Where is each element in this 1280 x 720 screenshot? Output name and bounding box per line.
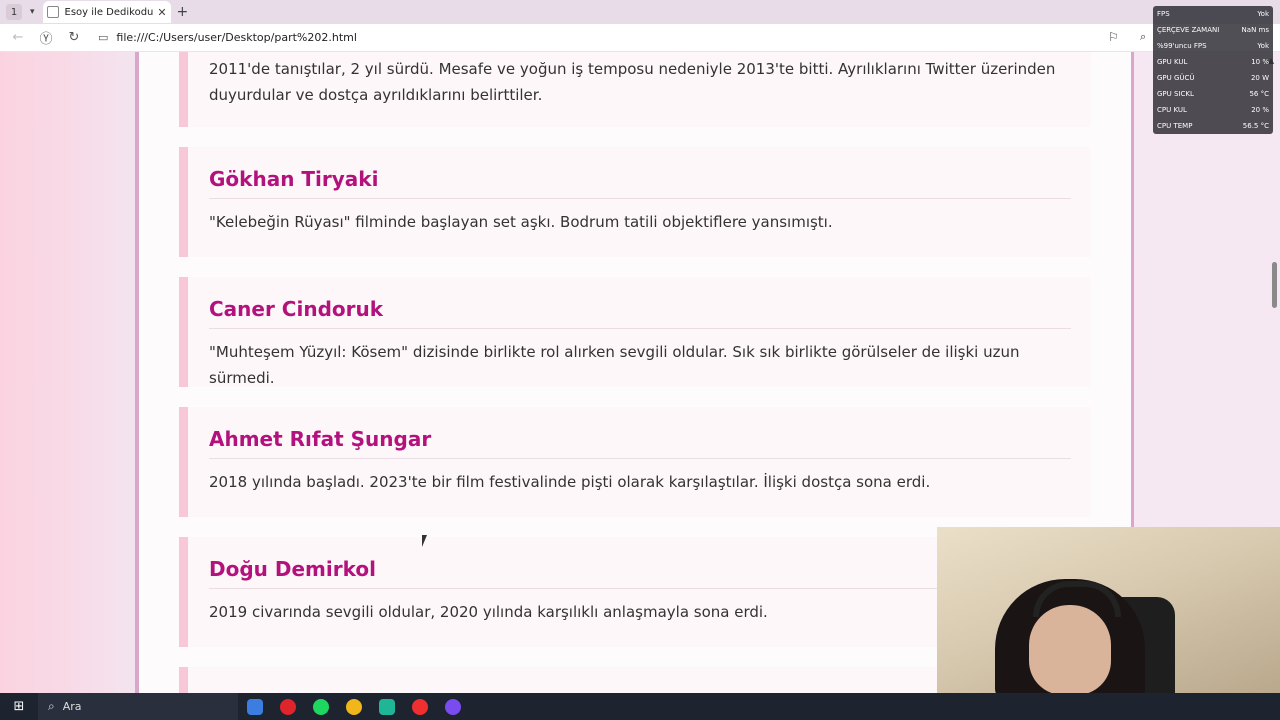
entry-text: "Muhteşem Yüzyıl: Kösem" dizisinde birli… xyxy=(209,343,1020,387)
perf-row: ÇERÇEVE ZAMANI NaN ms xyxy=(1157,26,1269,36)
perf-row: GPU GÜCÜ 20 W xyxy=(1157,74,1269,84)
chrome-icon[interactable] xyxy=(337,693,370,720)
page-border-right xyxy=(1131,52,1134,527)
entry-name: Gökhan Tiryaki xyxy=(209,167,379,191)
perf-label: CPU TEMP xyxy=(1157,122,1193,130)
entry-text: "Kelebeğin Rüyası" filminde başlayan set… xyxy=(209,213,833,231)
entry-text: 2011'de tanıştılar, 2 yıl sürdü. Mesafe … xyxy=(209,60,1056,104)
performance-overlay: FPS Yok ÇERÇEVE ZAMANI NaN ms %99'uncu F… xyxy=(1153,6,1273,134)
entry-card: Ahmet Rıfat Şungar 2018 yılında başladı.… xyxy=(179,407,1091,517)
webcam-feed xyxy=(937,527,1280,693)
webcam-face xyxy=(1029,605,1111,693)
yandex-icon[interactable] xyxy=(403,693,436,720)
taskbar-search-label: Ara xyxy=(62,700,82,713)
messenger-icon[interactable] xyxy=(436,693,469,720)
page-icon xyxy=(46,6,59,18)
spotify-icon[interactable] xyxy=(304,693,337,720)
perf-label: GPU SICKL xyxy=(1157,90,1194,98)
entry-card-intro: 2011'de tanıştılar, 2 yıl sürdü. Mesafe … xyxy=(179,52,1091,127)
close-icon[interactable]: ✕ xyxy=(157,6,166,19)
perf-value: NaN ms xyxy=(1241,26,1269,34)
scrollbar-thumb[interactable] xyxy=(1272,262,1277,308)
perf-value: 10 % xyxy=(1251,58,1269,66)
perf-row: GPU SICKL 56 °C xyxy=(1157,90,1269,100)
taskbar: ⊞ ⌕ Ara xyxy=(0,693,1280,720)
perf-label: GPU GÜCÜ xyxy=(1157,74,1195,82)
yandex-icon[interactable]: Ⓨ xyxy=(36,28,56,47)
perf-row: CPU KUL 20 % xyxy=(1157,106,1269,116)
perf-label: CPU KUL xyxy=(1157,106,1187,114)
windows-start-icon[interactable]: ⊞ xyxy=(0,699,38,714)
perf-row: FPS Yok xyxy=(1157,10,1269,20)
perf-label: ÇERÇEVE ZAMANI xyxy=(1157,26,1220,34)
perf-row: GPU KUL 10 % xyxy=(1157,58,1269,68)
perf-value: 56.5 °C xyxy=(1242,122,1269,130)
chevron-down-icon[interactable]: ▾ xyxy=(30,7,35,17)
entry-name: Doğu Demirkol xyxy=(209,557,376,581)
reload-button[interactable]: ↻ xyxy=(64,30,84,45)
entry-card: Gökhan Tiryaki "Kelebeğin Rüyası" filmin… xyxy=(179,147,1091,257)
search-icon: ⌕ xyxy=(48,699,55,713)
taskbar-search[interactable]: ⌕ Ara xyxy=(38,693,238,720)
bookmark-icon[interactable]: ⚐ xyxy=(1108,30,1119,44)
perf-label: %99'uncu FPS xyxy=(1157,42,1207,50)
perf-value: 56 °C xyxy=(1249,90,1269,98)
entry-name: Ahmet Rıfat Şungar xyxy=(209,427,432,451)
store-icon[interactable] xyxy=(238,693,271,720)
divider xyxy=(209,328,1071,329)
search-icon[interactable]: ⌕ xyxy=(1140,30,1146,44)
perf-row: %99'uncu FPS Yok xyxy=(1157,42,1269,52)
perf-value: 20 % xyxy=(1251,106,1269,114)
new-tab-button[interactable]: + xyxy=(177,4,189,20)
back-button[interactable]: ← xyxy=(8,30,28,45)
entry-text: 2018 yılında başladı. 2023'te bir film f… xyxy=(209,473,931,491)
file-icon: ▭ xyxy=(98,31,109,44)
perf-value: Yok xyxy=(1257,42,1269,50)
tab-counter[interactable]: 1 xyxy=(6,4,22,20)
divider xyxy=(209,458,1071,459)
app-icon[interactable] xyxy=(370,693,403,720)
entry-name: Caner Cindoruk xyxy=(209,297,384,321)
perf-value: 20 W xyxy=(1250,74,1269,82)
url-field[interactable]: file:///C:/Users/user/Desktop/part%202.h… xyxy=(116,31,357,44)
tab-title: Esoy ile Dedikodu Köşe xyxy=(64,6,154,18)
tab-strip: 1 ▾ Esoy ile Dedikodu Köşe ✕ + xyxy=(0,0,1280,24)
perf-row: CPU TEMP 56.5 °C xyxy=(1157,122,1269,132)
perf-label: GPU KUL xyxy=(1157,58,1188,66)
perf-label: FPS xyxy=(1157,10,1170,18)
address-bar: ← Ⓨ ↻ ▭ file:///C:/Users/user/Desktop/pa… xyxy=(0,24,1280,52)
opera-icon[interactable] xyxy=(271,693,304,720)
mouse-cursor-icon xyxy=(422,535,432,547)
browser-tab[interactable]: Esoy ile Dedikodu Köşe ✕ xyxy=(42,1,171,23)
perf-value: Yok xyxy=(1257,10,1269,18)
entry-card: Caner Cindoruk "Muhteşem Yüzyıl: Kösem" … xyxy=(179,277,1091,387)
page-side-background xyxy=(0,52,136,693)
divider xyxy=(209,198,1071,199)
